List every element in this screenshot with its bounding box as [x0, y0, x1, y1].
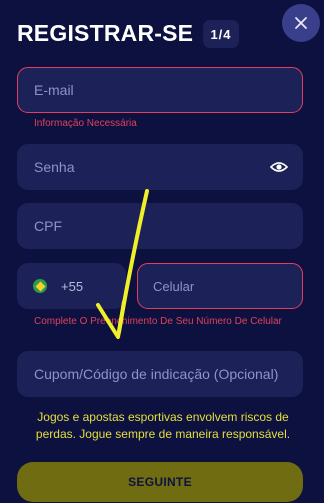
coupon-placeholder: Cupom/Código de indicação (Opcional) — [34, 366, 279, 382]
email-error: Informação Necessária — [34, 118, 137, 129]
email-field[interactable]: E-mail — [17, 67, 303, 113]
password-placeholder: Senha — [34, 159, 75, 175]
phone-field[interactable]: Celular — [137, 263, 303, 309]
eye-icon[interactable] — [269, 159, 289, 178]
cpf-placeholder: CPF — [34, 218, 62, 234]
cpf-field[interactable]: CPF — [17, 203, 303, 249]
header: REGISTRAR-SE — [17, 20, 193, 47]
page-title: REGISTRAR-SE — [17, 20, 194, 46]
responsible-gaming-disclaimer: Jogos e apostas esportivas envolvem risc… — [35, 410, 291, 441]
email-placeholder: E-mail — [34, 82, 74, 98]
phone-placeholder: Celular — [153, 278, 195, 294]
phone-error: Complete O Preenchimento De Seu Número D… — [34, 316, 282, 327]
country-code-select[interactable]: +55 — [17, 263, 126, 309]
step-indicator: 1/4 — [203, 20, 239, 48]
coupon-field[interactable]: Cupom/Código de indicação (Opcional) — [17, 351, 303, 397]
close-button[interactable] — [282, 4, 320, 42]
country-code: +55 — [61, 278, 84, 294]
password-field[interactable]: Senha — [17, 144, 303, 190]
close-icon — [295, 17, 307, 29]
brazil-flag-icon — [33, 279, 47, 293]
next-button[interactable]: SEGUINTE — [17, 462, 303, 502]
